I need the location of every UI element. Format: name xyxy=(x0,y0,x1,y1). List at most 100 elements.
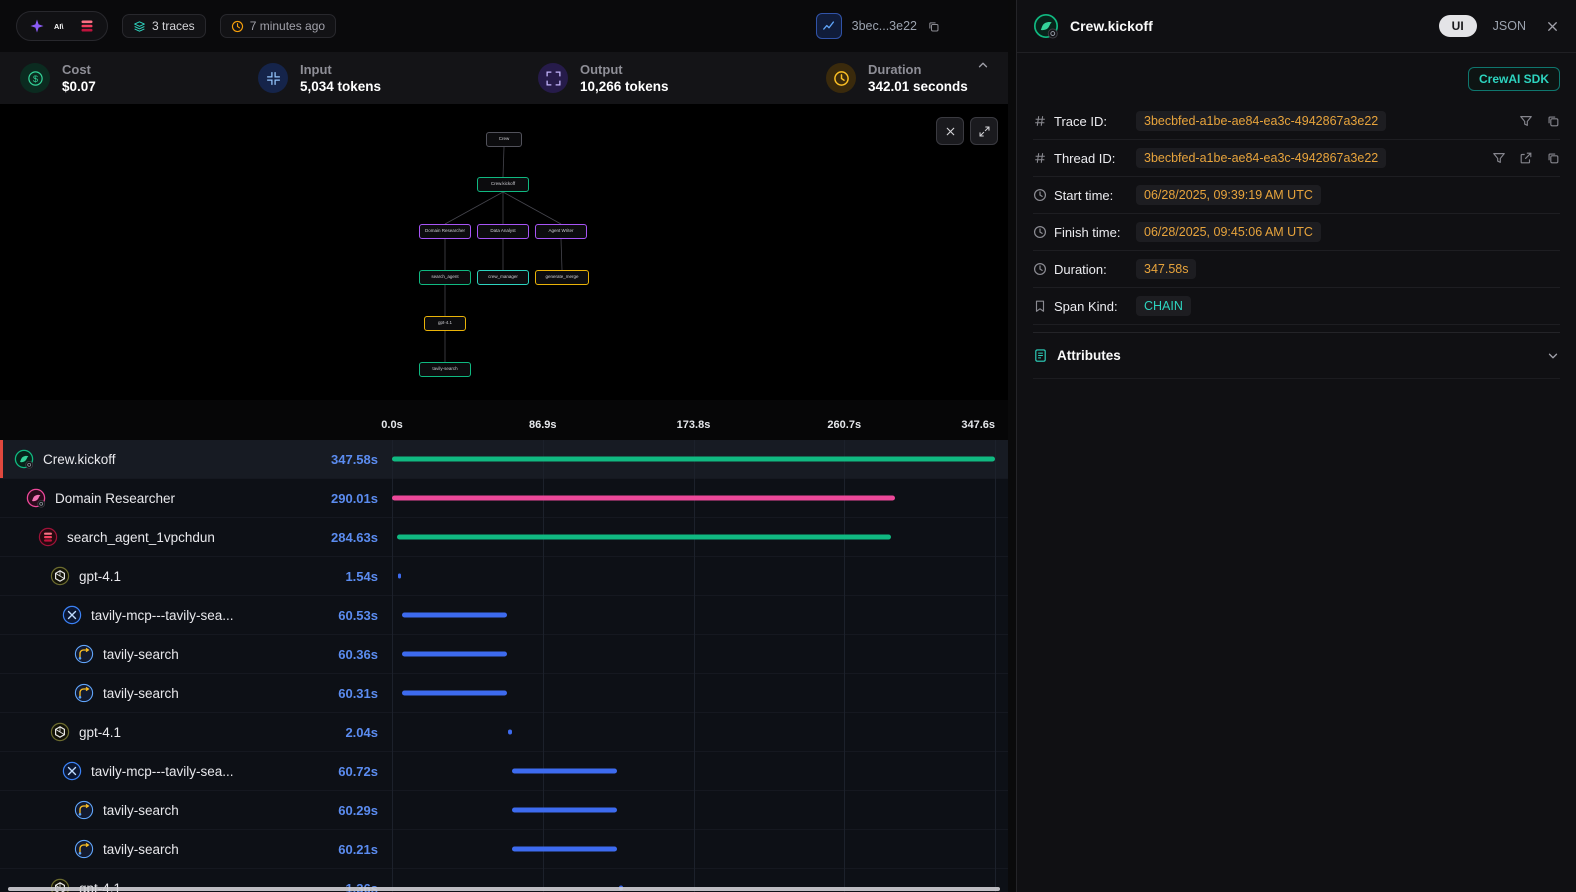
graph-node[interactable]: generate_merge xyxy=(535,270,589,285)
chart-button[interactable] xyxy=(816,13,842,39)
stat-value: 5,034 tokens xyxy=(300,79,381,94)
close-panel-icon[interactable] xyxy=(1545,19,1560,34)
trace-row[interactable]: tavily-search60.31s xyxy=(0,674,1008,713)
graph-node[interactable]: Crew.kickoff xyxy=(477,177,529,192)
copy-trace-id-icon[interactable] xyxy=(927,20,940,33)
detail-field: Trace ID:3becbfed-a1be-ae84-ea3c-4942867… xyxy=(1033,103,1560,140)
span-track xyxy=(392,440,995,478)
trace-row[interactable]: tavily-mcp---tavily-sea...60.72s xyxy=(0,752,1008,791)
span-duration: 60.21s xyxy=(338,842,378,857)
route-icon xyxy=(74,800,94,820)
svg-text:$: $ xyxy=(33,73,38,83)
dollar-icon: $ xyxy=(20,63,50,93)
field-value[interactable]: 06/28/2025, 09:45:06 AM UTC xyxy=(1136,222,1321,242)
filter-icon[interactable] xyxy=(1492,151,1506,165)
graph-node[interactable]: Domain Researcher xyxy=(419,224,471,239)
stats-bar: $Cost$0.07Input5,034 tokensOutput10,266 … xyxy=(0,52,1008,104)
filter-icon[interactable] xyxy=(1519,114,1533,128)
compress-icon xyxy=(258,63,288,93)
stat-label: Input xyxy=(300,62,381,77)
graph-node[interactable]: tavily-search xyxy=(419,362,471,377)
trace-row[interactable]: gpt-4.12.04s xyxy=(0,713,1008,752)
timeline-axis: 0.0s86.9s173.8s260.7s347.6s xyxy=(0,400,1008,440)
span-track xyxy=(392,518,995,556)
close-icon xyxy=(944,125,957,138)
span-label: gpt-4.1 xyxy=(79,569,121,584)
expand-graph-button[interactable] xyxy=(970,117,998,145)
tab-json[interactable]: JSON xyxy=(1493,19,1526,33)
axis-tick: 347.6s xyxy=(961,419,995,431)
trace-row[interactable]: tavily-mcp---tavily-sea...60.53s xyxy=(0,596,1008,635)
span-duration: 60.29s xyxy=(338,803,378,818)
trace-row[interactable]: tavily-search 60.29s xyxy=(0,791,1008,830)
field-value[interactable]: 3becbfed-a1be-ae84-ea3c-4942867a3e22 xyxy=(1136,111,1386,131)
duration-bar xyxy=(402,691,507,696)
graph-node[interactable]: Crew xyxy=(486,132,522,147)
field-value[interactable]: CHAIN xyxy=(1136,296,1191,316)
span-duration: 60.36s xyxy=(338,647,378,662)
duration-bar xyxy=(392,457,995,462)
external-link-icon[interactable] xyxy=(1519,151,1533,165)
doc-icon xyxy=(1033,348,1048,363)
trace-row[interactable]: tavily-search 60.36s xyxy=(0,635,1008,674)
field-actions xyxy=(1492,151,1560,165)
span-track xyxy=(392,479,995,517)
field-value[interactable]: 06/28/2025, 09:39:19 AM UTC xyxy=(1136,185,1321,205)
horizontal-scrollbar[interactable] xyxy=(8,887,1000,891)
field-label: Thread ID: xyxy=(1054,151,1136,166)
chevron-up-icon[interactable] xyxy=(976,58,990,72)
span-duration: 284.63s xyxy=(331,530,378,545)
duration-bar xyxy=(512,847,616,852)
stat-cost: $ Cost $0.07 xyxy=(20,62,258,94)
trace-row[interactable]: Crew.kickoff347.58s xyxy=(0,440,1008,479)
graph-node[interactable]: Data Analyst xyxy=(477,224,529,239)
duration-bar xyxy=(512,769,617,774)
traces-count-badge[interactable]: 3 traces xyxy=(122,14,206,38)
trace-row[interactable]: tavily-search60.21s xyxy=(0,830,1008,869)
openai-icon xyxy=(50,566,70,586)
waterfall: Crew.kickoff347.58sDomain Researcher290.… xyxy=(0,440,1008,892)
detail-field: Duration:347.58s xyxy=(1033,251,1560,288)
span-track xyxy=(392,674,995,712)
layers-red-logo-icon xyxy=(79,18,95,34)
tab-ui[interactable]: UI xyxy=(1439,15,1477,37)
span-track xyxy=(392,557,995,595)
copy-icon[interactable] xyxy=(1546,151,1560,165)
layers-red-icon xyxy=(38,527,58,547)
graph-node[interactable]: search_agent xyxy=(419,270,471,285)
graph-node[interactable]: crew_manager xyxy=(477,270,529,285)
time-ago-badge: 7 minutes ago xyxy=(220,14,336,38)
axis-tick: 173.8s xyxy=(677,419,711,431)
mini-graph[interactable]: Crew Crew.kickoff Domain Researcher Data An… xyxy=(0,104,1008,400)
span-label: tavily-mcp---tavily-sea... xyxy=(91,608,234,623)
axis-tick: 86.9s xyxy=(529,419,557,431)
stats-row: $Cost$0.07Input5,034 tokensOutput10,266 … xyxy=(20,62,988,94)
attributes-label: Attributes xyxy=(1057,348,1121,363)
stat-value: $0.07 xyxy=(62,79,96,94)
sparkle-icon xyxy=(29,18,45,34)
graph-node[interactable]: gpt-4.1 xyxy=(424,316,466,331)
attributes-section-header[interactable]: Attributes xyxy=(1033,332,1560,379)
trace-row[interactable]: Domain Researcher290.01s xyxy=(0,479,1008,518)
tools-icon xyxy=(62,761,82,781)
crew-icon xyxy=(14,449,34,469)
span-label: tavily-search xyxy=(103,647,179,662)
stat-duration: Duration342.01 seconds xyxy=(826,62,968,94)
trace-row[interactable]: search_agent_1vpchdun 284.63s xyxy=(0,518,1008,557)
span-label: Domain Researcher xyxy=(55,491,175,506)
field-label: Duration: xyxy=(1054,262,1136,277)
field-value[interactable]: 3becbfed-a1be-ae84-ea3c-4942867a3e22 xyxy=(1136,148,1386,168)
stat-label: Cost xyxy=(62,62,96,77)
trace-row[interactable]: gpt-4.11.54s xyxy=(0,557,1008,596)
span-track xyxy=(392,752,995,790)
copy-icon[interactable] xyxy=(1546,114,1560,128)
close-graph-button[interactable] xyxy=(936,117,964,145)
graph-node[interactable]: Agent Writer xyxy=(535,224,587,239)
traces-count-label: 3 traces xyxy=(152,19,195,33)
field-value[interactable]: 347.58s xyxy=(1136,259,1196,279)
provider-logos-pill: AI\ xyxy=(16,11,108,41)
clock-icon xyxy=(1033,225,1048,240)
span-label: tavily-search xyxy=(103,803,179,818)
span-label: search_agent_1vpchdun xyxy=(67,530,215,545)
span-duration: 60.31s xyxy=(338,686,378,701)
